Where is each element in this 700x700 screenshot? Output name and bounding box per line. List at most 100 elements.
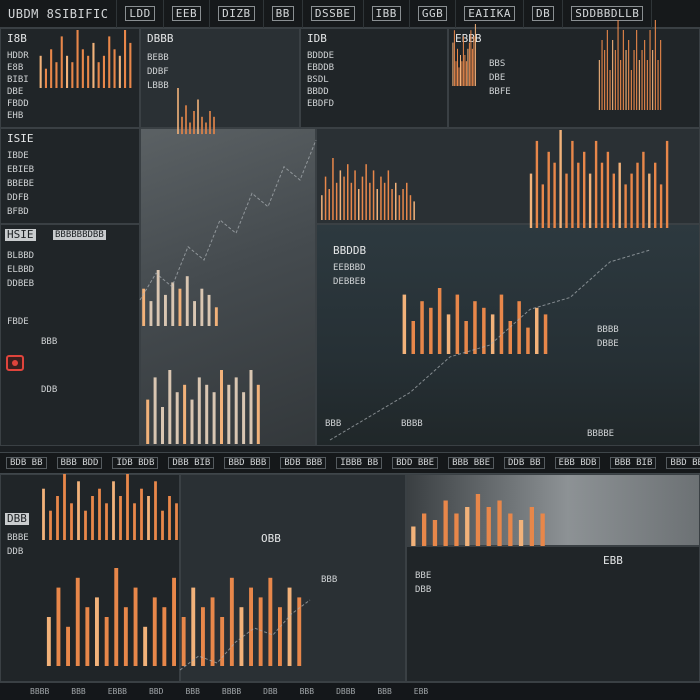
status-item[interactable]: BBB (300, 687, 314, 696)
bar-chart-center-upper-left[interactable] (320, 158, 416, 220)
panel-row-label: EHB (7, 111, 24, 121)
bar-mark (190, 399, 194, 444)
bar-mark (147, 496, 150, 540)
bar-mark (465, 507, 470, 546)
bar-chart-center-upper-right[interactable] (528, 130, 670, 228)
panel-title: ISIE (7, 132, 34, 145)
toolbar-segment-10[interactable]: DB (524, 0, 564, 28)
panel-row-label: BEBB (147, 53, 169, 63)
status-item[interactable]: DBBB (336, 687, 355, 696)
panel-row-label: BBB (41, 337, 58, 347)
toolbar-segment-4[interactable]: DIZB (210, 0, 264, 28)
panel-row-label: IBDE (7, 151, 29, 161)
panel-lower-right[interactable]: EBB BBE DBB (406, 546, 700, 682)
alert-icon[interactable] (6, 355, 24, 371)
ticker-item[interactable]: IDB BDB (112, 457, 159, 469)
ticker-item[interactable]: BBD BBB (224, 457, 271, 469)
panel-row-label: EBDFD (307, 99, 335, 109)
bar-chart-top-mid[interactable] (176, 88, 216, 135)
panel-row-label: BBS (489, 59, 506, 69)
ticker-item[interactable]: EBB BDB (554, 457, 601, 469)
ticker-item[interactable]: DBB BIB (168, 457, 215, 469)
panel-top-center[interactable]: IDB BDDDE EBDDB BSDL BBDD EBDFD (300, 28, 448, 128)
bar-mark (406, 182, 408, 220)
ticker-item[interactable]: DDB BB (504, 457, 545, 469)
panel-mid-left[interactable]: ISIE IBDE EBIEB BBEBE DDFB BFBD (0, 128, 140, 224)
ticker-item[interactable]: BDD BBE (392, 457, 439, 469)
panel-row-label: DDB (41, 385, 58, 395)
toolbar-segment-6[interactable]: DSSBE (303, 0, 364, 28)
line-chart-center-main[interactable] (329, 249, 651, 441)
status-item[interactable]: BBD (149, 687, 163, 696)
bar-mark (108, 36, 111, 88)
status-item[interactable]: BBBB (222, 687, 241, 696)
toolbar-segment-7[interactable]: IBB (364, 0, 410, 28)
ticker-item[interactable]: IBBB BB (336, 457, 383, 469)
bar-mark (77, 481, 80, 540)
ticker-item[interactable]: BBD BB (666, 457, 700, 469)
toolbar-segment-5[interactable]: BB (264, 0, 303, 28)
bar-mark (636, 162, 639, 228)
bar-mark (475, 494, 481, 546)
bar-chart-glass-bottom[interactable] (144, 370, 262, 444)
bar-mark (161, 510, 164, 540)
panel-side-left[interactable]: HSIE BBBBBBDBB BLBBD ELBBD DDBEB FBDE BB… (0, 224, 140, 446)
ticker-item[interactable]: BBB BBE (448, 457, 495, 469)
panel-top-right[interactable]: EBBB BBS DBE BBFE (448, 28, 700, 128)
bar-mark (75, 577, 80, 666)
status-item[interactable]: EBB (414, 687, 428, 696)
bar-mark (594, 140, 598, 228)
toolbar-segment-2[interactable]: LDD (117, 0, 164, 28)
line-chart-bottom[interactable] (179, 599, 311, 671)
bar-mark (126, 474, 129, 540)
toolbar-segment-3[interactable]: EEB (164, 0, 211, 28)
bar-mark (665, 140, 669, 228)
bar-mark (105, 503, 108, 540)
toolbar-segment-1[interactable]: UBDM 8SIBIFIC (0, 0, 118, 28)
status-item[interactable]: BBB (377, 687, 391, 696)
panel-title: I8B (7, 32, 27, 45)
status-item[interactable]: BBB (185, 687, 199, 696)
bar-mark (347, 164, 349, 220)
status-item[interactable]: EBBB (108, 687, 127, 696)
bar-mark (162, 607, 167, 666)
bar-mark (398, 195, 401, 220)
ticker-item[interactable]: BBB BDD (56, 457, 103, 469)
toolbar-label: SDDBBDLLB (571, 6, 644, 21)
toolbar-segment-8[interactable]: GGB (410, 0, 457, 28)
toolbar-label: EAIIKA (464, 6, 516, 21)
bar-mark (452, 42, 454, 86)
bar-mark (177, 88, 179, 134)
bar-mark (600, 162, 604, 228)
ticker-item[interactable]: BDB BB (6, 457, 47, 469)
bar-mark (98, 488, 101, 540)
bar-chart-top-left[interactable] (38, 30, 133, 88)
bar-mark (214, 307, 218, 326)
bar-chart-top-right[interactable] (598, 20, 662, 110)
bar-chart-lower-left[interactable] (40, 474, 180, 540)
status-item[interactable]: BBBB (30, 687, 49, 696)
status-item[interactable]: BBB (71, 687, 85, 696)
bar-mark (95, 597, 99, 666)
bar-mark (644, 40, 646, 110)
bar-mark (92, 42, 95, 88)
status-item[interactable]: DBB (263, 687, 277, 696)
panel-row-label: BBE (415, 571, 432, 581)
bar-chart-top-center[interactable] (452, 24, 476, 86)
bar-mark (234, 377, 238, 444)
bar-mark (197, 99, 199, 134)
bar-mark (168, 496, 171, 540)
bar-mark (422, 513, 427, 546)
panel-row-label: DDB (7, 547, 24, 557)
bar-chart-lower-right[interactable] (408, 494, 548, 546)
bar-mark (143, 626, 148, 666)
bar-mark (321, 195, 323, 220)
panel-title: EBB (603, 554, 623, 567)
panel-title: OBB (261, 532, 281, 545)
ticker-item[interactable]: BBB BIB (610, 457, 657, 469)
bar-mark (617, 20, 619, 110)
panel-top-mid[interactable]: DBBB BEBB DDBF LBBB (140, 28, 300, 128)
bar-mark (468, 42, 470, 86)
ticker-item[interactable]: BDB BBB (280, 457, 327, 469)
line-chart-glass[interactable] (139, 139, 317, 301)
